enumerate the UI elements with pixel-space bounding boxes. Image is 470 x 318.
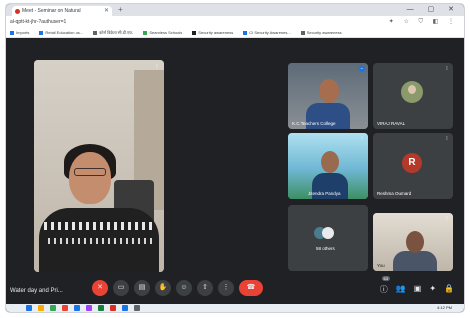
self-name: You: [377, 263, 385, 268]
participant-tile[interactable]: ⁞ Jitendra Pandya: [288, 133, 368, 199]
bookmark-label: Security awareness: [198, 30, 234, 35]
audio-indicator-icon: ⁞: [156, 64, 158, 70]
avatar: [401, 81, 423, 103]
taskbar-app-icon[interactable]: [62, 305, 68, 311]
bookmark-icon: [243, 30, 248, 35]
browser-tab[interactable]: Meet - Seminar on Natural ✕: [12, 6, 112, 16]
new-tab-button[interactable]: +: [118, 5, 123, 14]
info-icon[interactable]: ⓘ: [380, 284, 388, 295]
close-tab-icon[interactable]: ✕: [104, 6, 109, 16]
participant-tile[interactable]: R ⁞ Reshma Oumard: [373, 133, 453, 199]
chat-icon[interactable]: ▣: [414, 284, 422, 295]
sweater-pattern: [44, 238, 154, 244]
url-field[interactable]: al-qptt-kt-jhr-?authuser=1: [10, 17, 310, 27]
people-icon[interactable]: 👥: [396, 284, 406, 295]
bookmark-label: Imports: [16, 30, 30, 35]
self-body: [393, 251, 437, 271]
bookmark-item[interactable]: Seamless Schools: [143, 28, 182, 37]
activities-icon[interactable]: ✦: [429, 284, 436, 295]
bookmark-icon: [143, 30, 148, 35]
bookmark-icon: [192, 30, 197, 35]
emoji-icon[interactable]: ☺: [176, 280, 192, 296]
avatar: R: [402, 153, 422, 173]
bookmark-label: CI Security Awarenes...: [249, 30, 291, 35]
bookmark-icon: [300, 30, 305, 35]
taskbar-app-icon[interactable]: [134, 305, 140, 311]
meet-stage: ⁞ − K.C.Teachers College ⁞ VIRAJ RAVAL ⁞…: [6, 38, 464, 312]
others-tile[interactable]: 58 others: [288, 205, 368, 271]
taskbar-app-icon[interactable]: [26, 305, 32, 311]
sweater-pattern: [44, 222, 154, 230]
self-tile[interactable]: ⁞ You: [373, 213, 453, 271]
present-icon[interactable]: ⇧: [197, 280, 213, 296]
meeting-title: Water day and Pri...: [10, 288, 63, 294]
bookmark-item[interactable]: कोर्स विक्रेता सी.डी.एफ.: [93, 28, 133, 37]
end-call-icon[interactable]: ☎: [239, 280, 263, 296]
address-bar: al-qptt-kt-jhr-?authuser=1 ✦ ☆ ⛉ ◧ ⋮: [6, 16, 464, 28]
taskbar-app-icon[interactable]: [98, 305, 104, 311]
taskbar-app-icon[interactable]: [86, 305, 92, 311]
muted-icon: ⁞: [361, 136, 363, 142]
bookmark-label: Seamless Schools: [149, 30, 183, 35]
bookmark-icon: [93, 30, 98, 35]
bookmark-item[interactable]: Security awareness: [192, 28, 233, 37]
main-video-tile[interactable]: ⁞: [34, 60, 164, 272]
taskbar-app-icon[interactable]: [74, 305, 80, 311]
speaker-face: [69, 152, 111, 204]
bookmark-item[interactable]: Security awareness: [300, 28, 342, 37]
bookmarks-bar: Imports Retail Education us... कोर्स विक्र…: [6, 28, 464, 38]
bookmark-label: कोर्स विक्रेता सी.डी.एफ.: [99, 30, 134, 35]
avatar-face: [408, 85, 416, 94]
window-controls[interactable]: — ▢ ✕: [407, 4, 460, 15]
people-count-badge: 63: [381, 276, 390, 281]
bookmark-icon: [10, 30, 14, 35]
bookmark-item[interactable]: Imports: [10, 28, 29, 37]
camera-icon[interactable]: ▭: [113, 280, 129, 296]
participant-face: [319, 79, 339, 103]
glasses: [74, 168, 106, 176]
participant-name: Jitendra Pandya: [308, 191, 341, 196]
participant-name: VIRAJ RAVAL: [377, 121, 406, 126]
muted-icon: ⁞: [446, 136, 448, 142]
recording-icon: [15, 9, 20, 14]
muted-icon: ⁞: [446, 66, 448, 72]
others-count: 58 others: [316, 246, 335, 251]
tab-title: Meet - Seminar on Natural: [22, 8, 81, 14]
taskbar-app-icon[interactable]: [122, 305, 128, 311]
clock: 4:12 PM: [437, 305, 452, 310]
mic-off-icon[interactable]: ✕: [92, 280, 108, 296]
taskbar-app-icon[interactable]: [38, 305, 44, 311]
participant-tile[interactable]: ⁞ VIRAJ RAVAL: [373, 63, 453, 129]
bookmark-icon: [39, 30, 44, 35]
taskbar-app-icon[interactable]: [50, 305, 56, 311]
avatar: [322, 227, 334, 239]
speaking-icon: −: [359, 66, 365, 72]
browser-tab-bar: Meet - Seminar on Natural ✕ + — ▢ ✕: [6, 4, 464, 16]
toolbar-icons[interactable]: ✦ ☆ ⛉ ◧ ⋮: [389, 17, 458, 27]
muted-icon: ⁞: [446, 216, 448, 222]
bookmark-item[interactable]: CI Security Awarenes...: [243, 28, 291, 37]
host-controls-icon[interactable]: 🔒: [444, 284, 454, 295]
self-face: [406, 231, 424, 253]
screen-frame: Meet - Seminar on Natural ✕ + — ▢ ✕ al-q…: [6, 4, 464, 312]
taskbar-app-icon[interactable]: [110, 305, 116, 311]
os-taskbar: 4:12 PM: [6, 304, 464, 312]
participant-face: [321, 151, 339, 173]
raise-hand-icon[interactable]: ✋: [155, 280, 171, 296]
participant-name: K.C.Teachers College: [292, 121, 336, 126]
participant-name: Reshma Oumard: [377, 191, 412, 196]
bookmark-label: Retail Education us...: [45, 30, 84, 35]
bookmark-item[interactable]: Retail Education us...: [39, 28, 83, 37]
captions-icon[interactable]: ▤: [134, 280, 150, 296]
participant-tile[interactable]: − K.C.Teachers College: [288, 63, 368, 129]
more-icon[interactable]: ⋮: [218, 280, 234, 296]
bookmark-label: Security awareness: [306, 30, 342, 35]
